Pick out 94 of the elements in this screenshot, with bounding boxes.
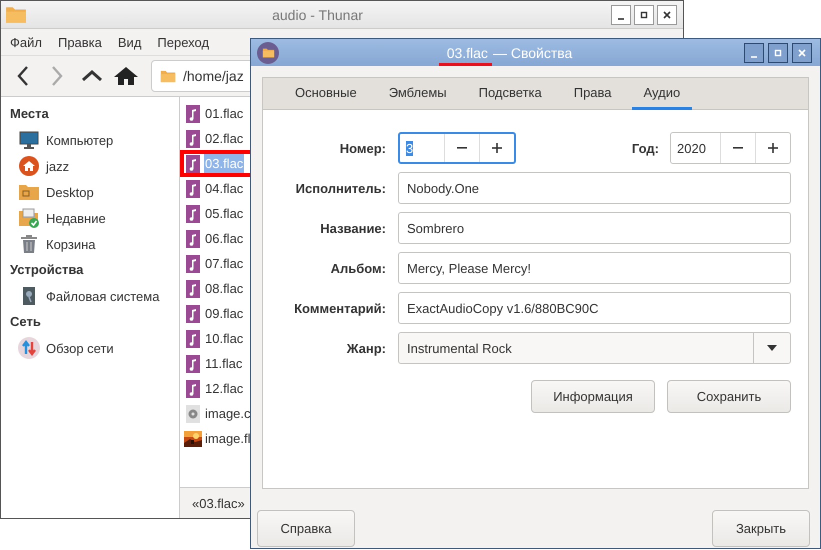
text-field[interactable]: Nobody.One: [398, 172, 791, 204]
tab[interactable]: Права: [562, 78, 624, 110]
audio-file-icon: [186, 204, 200, 222]
folder-icon: [18, 183, 40, 201]
file-item[interactable]: image.c: [204, 404, 252, 423]
audio-file-icon: [186, 230, 200, 248]
sidebar-item[interactable]: Недавние: [1, 205, 106, 231]
file-item[interactable]: 12.flac: [204, 379, 244, 398]
status-text: «03.flac»: [192, 496, 245, 510]
text-field[interactable]: Mercy, Please Mercy!: [398, 252, 791, 284]
field-label: Комментарий:: [294, 300, 386, 316]
folder-icon: [5, 6, 27, 24]
disc-file-icon: [186, 404, 200, 422]
file-item[interactable]: 05.flac: [204, 204, 244, 223]
sidebar-item[interactable]: Файловая система: [1, 283, 160, 309]
file-item[interactable]: 07.flac: [204, 254, 244, 273]
folder-icon: [160, 70, 176, 82]
maximize-button[interactable]: [634, 4, 654, 24]
file-item[interactable]: 02.flac: [204, 129, 244, 148]
sidebar-item[interactable]: jazz: [1, 153, 70, 179]
audio-file-icon: [186, 130, 200, 148]
up-icon[interactable]: [81, 70, 103, 82]
text-field[interactable]: Sombrero: [398, 212, 791, 244]
back-icon[interactable]: [17, 65, 29, 87]
maximize-icon: [773, 48, 783, 58]
window-title: — Свойства: [492, 44, 572, 60]
field-label: Название:: [320, 220, 386, 236]
sidebar-item[interactable]: Корзина: [1, 231, 96, 257]
minimize-icon: [751, 56, 757, 58]
text-field[interactable]: ExactAudioCopy v1.6/880BC90C: [398, 292, 791, 324]
file-item[interactable]: 08.flac: [204, 279, 244, 298]
file-item[interactable]: 01.flac: [204, 104, 244, 123]
audio-file-icon: [186, 154, 200, 172]
sidebar-heading: Сеть: [9, 313, 42, 331]
folder-check-icon: [18, 208, 40, 228]
file-item[interactable]: 09.flac: [204, 304, 244, 323]
close-button[interactable]: [657, 4, 677, 24]
audio-file-icon: [186, 280, 200, 298]
file-item[interactable]: image.fl: [204, 429, 252, 448]
field-label: Номер:: [340, 140, 386, 156]
trash-icon: [20, 234, 38, 254]
file-item[interactable]: 04.flac: [204, 179, 244, 198]
sidebar-heading: Устройства: [9, 261, 84, 279]
close-icon: [662, 10, 672, 20]
minimize-button[interactable]: [611, 4, 631, 24]
file-item[interactable]: 10.flac: [204, 329, 244, 348]
drive-icon: [22, 286, 36, 306]
sidebar-heading: Места: [9, 105, 50, 123]
home-icon: [19, 156, 39, 176]
minimize-icon: [618, 18, 624, 20]
action-button[interactable]: Сохранить: [667, 380, 791, 413]
tab[interactable]: Эмблемы: [376, 78, 459, 110]
menu-item[interactable]: Правка: [58, 34, 102, 50]
dialog-button[interactable]: Закрыть: [712, 510, 810, 547]
folder-icon: [262, 48, 274, 58]
audio-file-icon: [186, 354, 200, 372]
audio-file-icon: [186, 330, 200, 348]
sidebar-item[interactable]: Desktop: [1, 179, 94, 205]
action-button[interactable]: Информация: [531, 380, 655, 413]
audio-file-icon: [186, 180, 200, 198]
monitor-icon: [19, 131, 39, 149]
maximize-icon: [639, 10, 649, 20]
field-label: Альбом:: [330, 260, 386, 276]
close-icon: [797, 48, 807, 58]
caret-icon: [767, 345, 777, 351]
tab[interactable]: Основные: [283, 78, 369, 110]
audio-file-icon: [186, 380, 200, 398]
plus-icon: [767, 142, 779, 154]
tab[interactable]: Подсветка: [466, 78, 554, 110]
menu-item[interactable]: Файл: [10, 34, 42, 50]
spin-field[interactable]: 2020: [670, 132, 791, 164]
window-title: 03.flac: [446, 44, 488, 60]
sidebar-item[interactable]: Обзор сети: [1, 335, 114, 361]
field-label: Жанр:: [346, 340, 386, 356]
home-icon[interactable]: [113, 66, 139, 86]
menu-item[interactable]: Переход: [157, 34, 210, 50]
dialog-button[interactable]: Справка: [257, 510, 355, 547]
spin-field[interactable]: 3: [398, 132, 516, 164]
field-label: Исполнитель:: [296, 180, 386, 196]
audio-file-icon: [186, 254, 200, 272]
plus-icon: [491, 142, 503, 154]
audio-file-icon: [186, 304, 200, 322]
maximize-button[interactable]: [768, 42, 788, 62]
window-title: audio - Thunar: [271, 6, 364, 22]
genre-dropdown[interactable]: Instrumental Rock: [398, 332, 791, 364]
sidebar-item[interactable]: Компьютер: [1, 127, 114, 153]
menu-item[interactable]: Вид: [118, 34, 142, 50]
field-label: Год:: [632, 140, 659, 156]
audio-file-icon: [186, 104, 200, 122]
close-button[interactable]: [792, 42, 812, 62]
network-icon: [18, 337, 40, 359]
file-item[interactable]: 06.flac: [204, 229, 244, 248]
file-item[interactable]: 11.flac: [204, 354, 244, 373]
minimize-button[interactable]: [744, 42, 764, 62]
